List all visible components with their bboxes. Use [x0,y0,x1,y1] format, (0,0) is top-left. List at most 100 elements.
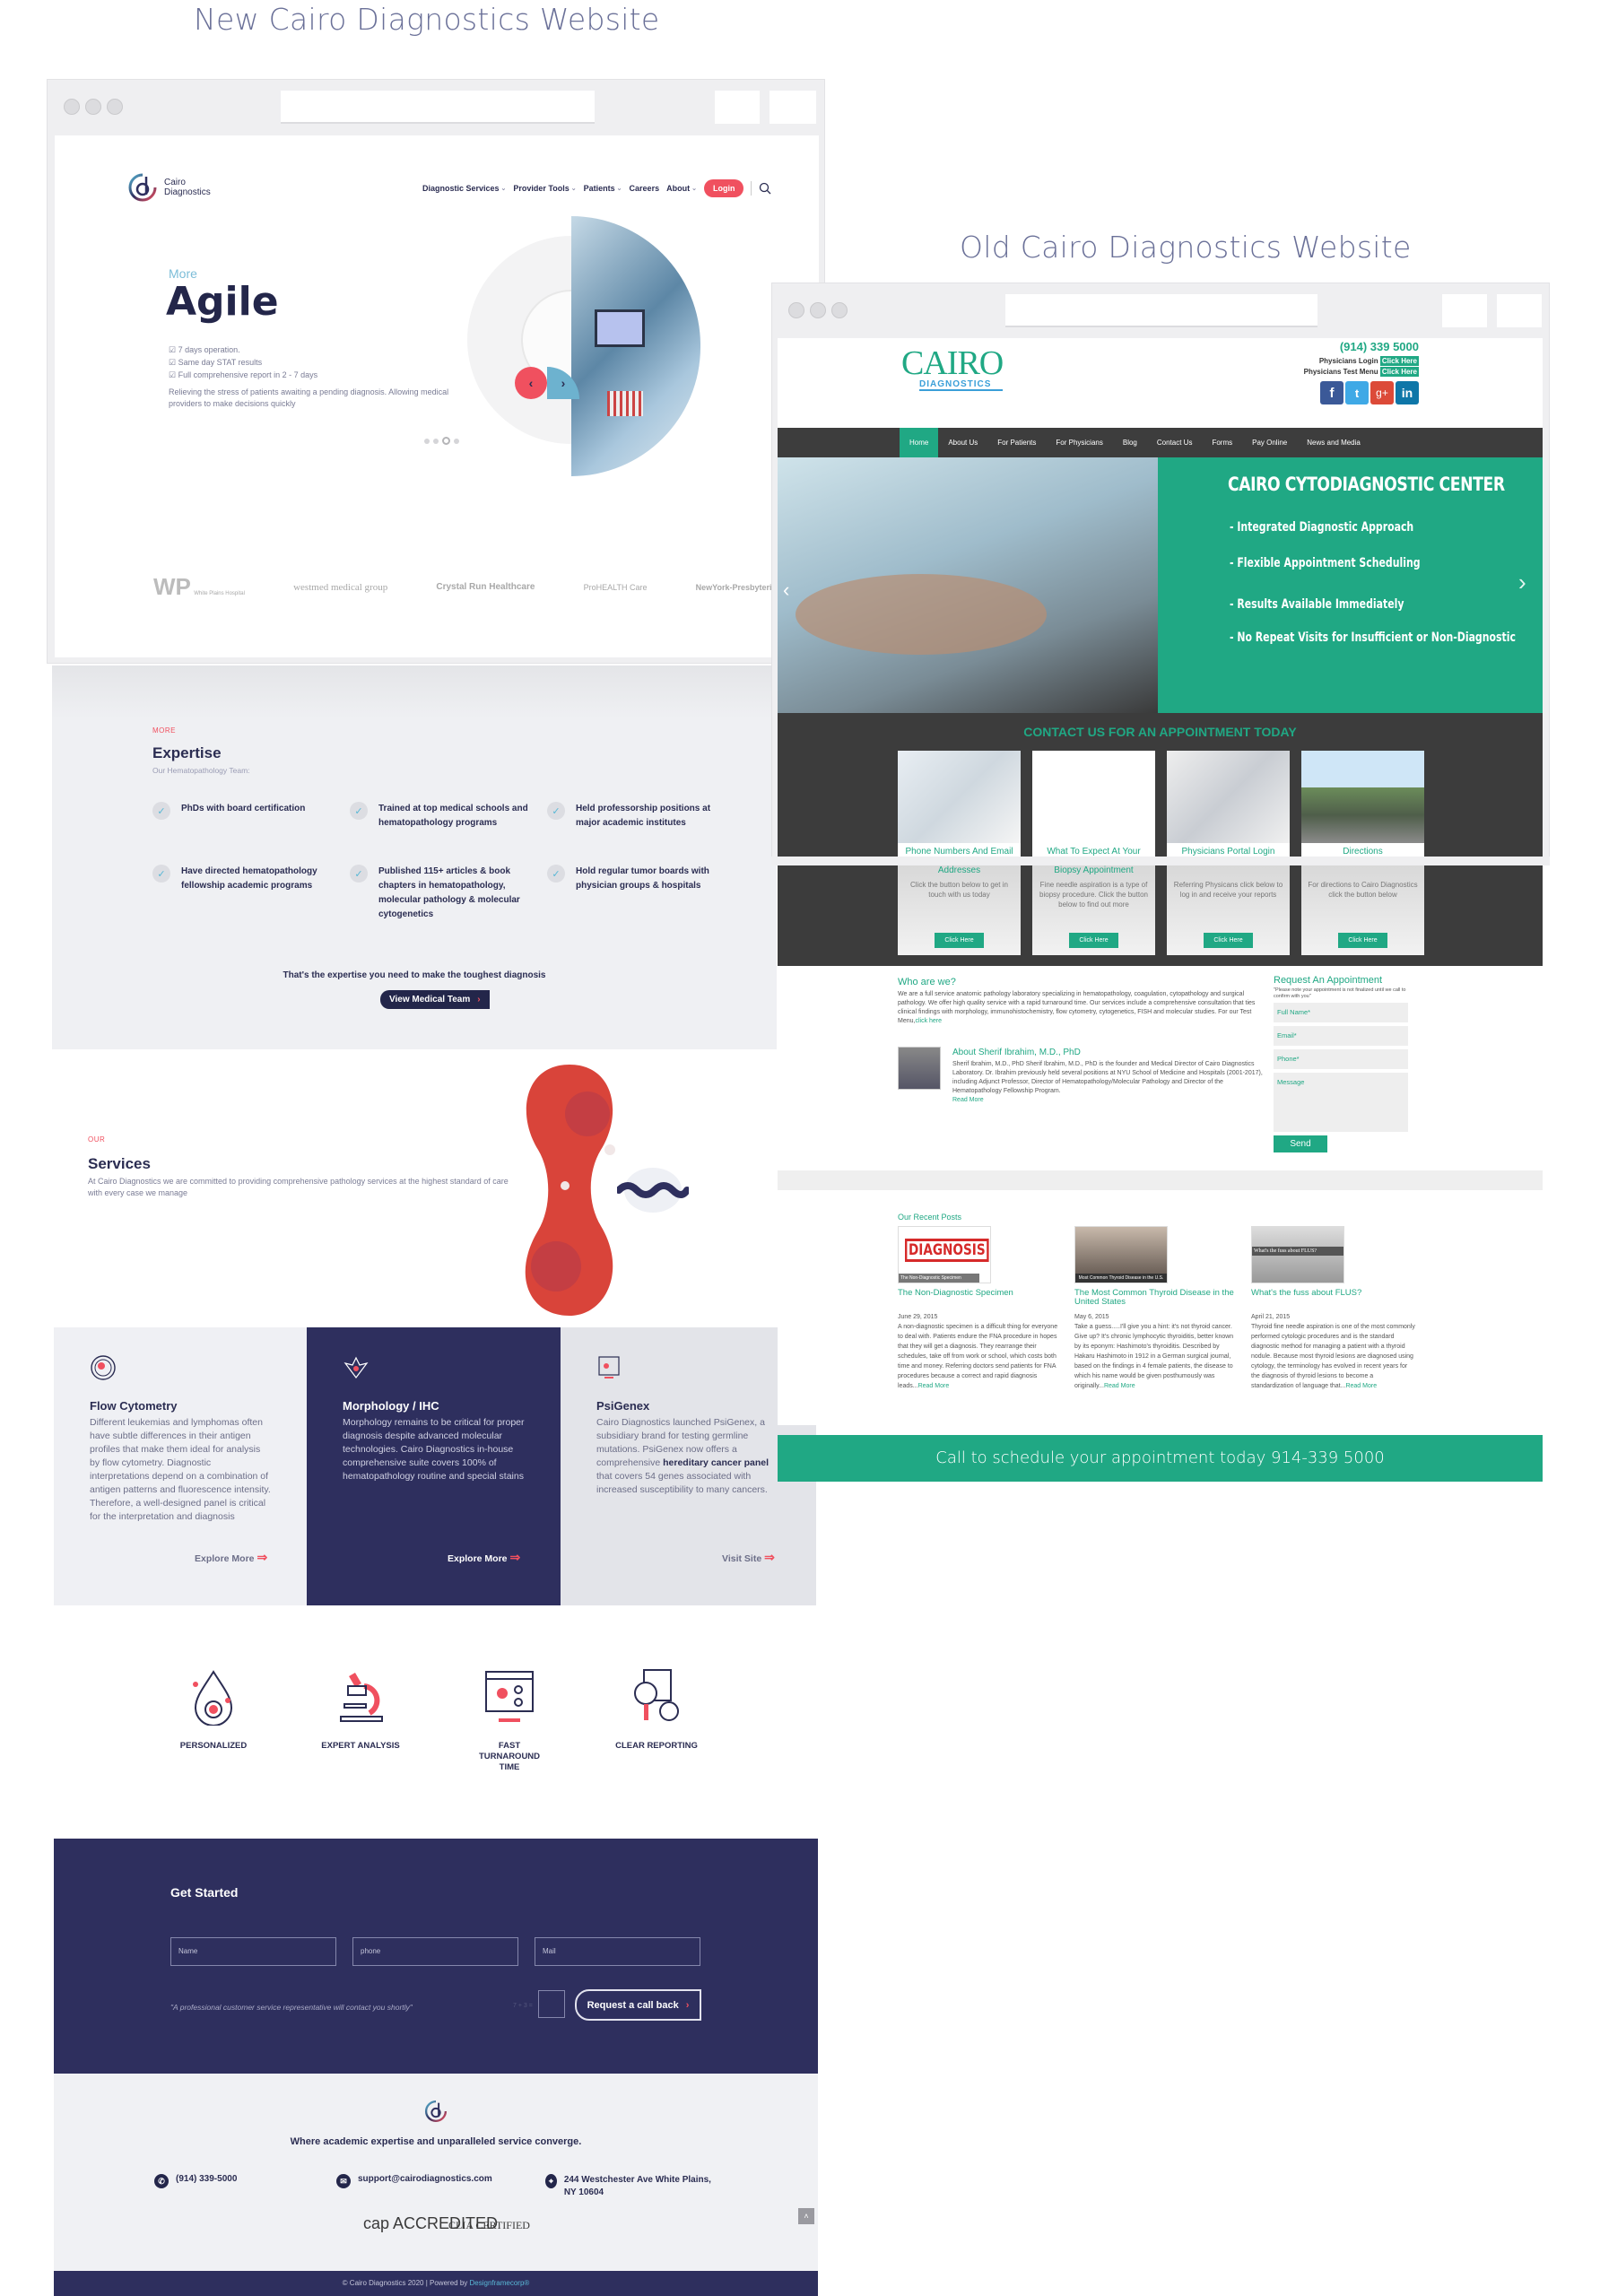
google-plus-icon[interactable]: g+ [1370,381,1394,404]
old-nav-item[interactable]: Forms [1202,428,1242,457]
feature-label: PERSONALIZED [179,1741,248,1751]
post-title[interactable]: The Non-Diagnostic Specimen [898,1289,1064,1310]
post-thumbnail[interactable]: Most Common Thyroid Disease in the U.S. [1074,1226,1168,1283]
contact-card[interactable]: Physicians Portal Login [1167,751,1290,858]
check-icon: ✓ [547,865,565,883]
address-bar[interactable] [281,91,595,124]
phone-input[interactable]: phone [352,1937,518,1966]
nav-provider-tools[interactable]: Provider Tools ⌄ [513,184,576,193]
test-menu-link[interactable]: click here [915,1018,942,1024]
contact-card-lower-title: Addresses [937,865,981,875]
old-logo[interactable]: CAIRO DIAGNOSTICS [901,346,1004,391]
physicians-login-button[interactable]: Click Here [1379,356,1419,366]
captcha-input[interactable] [538,1990,565,2018]
mail-input[interactable]: Mail [535,1937,700,1966]
hero-text-panel: CAIRO CYTODIAGNOSTIC CENTER - Integrated… [1158,457,1543,713]
get-started-note: "A professional customer service represe… [170,2003,413,2012]
slider-prev-button[interactable]: ‹ [515,367,547,399]
logo-line2: Diagnostics [164,187,211,197]
nav-diagnostic-services[interactable]: Diagnostic Services ⌄ [422,184,506,193]
post-title[interactable]: The Most Common Thyroid Disease in the U… [1074,1289,1240,1310]
window-dot-icon[interactable] [788,302,804,318]
clia-certified-badge: CLIA CERTIFIED [448,2219,530,2231]
post-thumbnail[interactable]: DIAGNOSIS The Non-Diagnostic Specimen [898,1226,991,1283]
nav-patients[interactable]: Patients ⌄ [584,184,622,193]
about-text: Sherif Ibrahim, M.D., PhD Sherif Ibrahim… [952,1061,1263,1094]
window-dot-icon[interactable] [810,302,826,318]
click-here-button[interactable]: Click Here [1069,933,1118,948]
footer-phone[interactable]: ✆ (914) 339-5000 [154,2174,237,2188]
search-icon[interactable] [759,182,771,195]
hero-next-arrow[interactable]: › [1518,569,1526,596]
window-dot-icon[interactable] [85,99,101,115]
contact-card[interactable]: Directions [1301,751,1424,858]
who-text: We are a full service anatomic pathology… [898,991,1256,1024]
window-dot-icon[interactable] [831,302,848,318]
browser-button[interactable] [770,91,816,124]
name-input[interactable]: Name [170,1937,336,1966]
designframecorp-link[interactable]: Designframecorp® [470,2279,530,2287]
partner-logo: ProHEALTH Care [583,582,648,592]
send-button[interactable]: Send [1274,1135,1327,1152]
new-site-browser-window: Cairo Diagnostics Diagnostic Services ⌄ P… [47,79,825,664]
read-more-link[interactable]: Read More [952,1097,984,1103]
old-nav: Home About Us For Patients For Physicians Bl… [778,428,1543,457]
old-nav-item[interactable]: Home [900,428,939,457]
address-bar[interactable] [1005,294,1317,327]
slide-dot[interactable] [454,438,459,444]
old-nav-item[interactable]: For Physicians [1046,428,1112,457]
contact-card-lower: For directions to Cairo Diagnostics clic… [1301,865,1424,955]
old-nav-item[interactable]: For Patients [987,428,1046,457]
post-thumbnail[interactable]: What's the fuss about FLUS? [1251,1226,1344,1283]
section-divider [778,1170,1543,1190]
full-name-field[interactable]: Full Name* [1274,1003,1408,1022]
browser-button[interactable] [715,91,760,124]
facebook-icon[interactable]: f [1320,381,1343,404]
phone-field[interactable]: Phone* [1274,1049,1408,1069]
window-dot-icon[interactable] [64,99,80,115]
contact-card[interactable]: Phone Numbers And Email Addresses [898,751,1021,867]
slide-dot[interactable] [424,438,430,444]
window-dot-icon[interactable] [107,99,123,115]
browser-button[interactable] [1497,294,1542,327]
partner-logo: WP White Plains Hospital [153,573,245,600]
test-menu-button[interactable]: Click Here [1379,367,1419,377]
click-here-button[interactable]: Click Here [1204,933,1253,948]
twitter-icon[interactable]: t [1345,381,1369,404]
slide-dot-active[interactable] [442,437,450,445]
partner-logo: NewYork-Presbyterian [695,582,781,592]
monitor-bacteria-icon [485,1671,534,1722]
about-title[interactable]: About Sherif Ibrahim, M.D., PhD [952,1048,1081,1057]
new-logo[interactable]: Cairo Diagnostics [126,171,211,204]
click-here-button[interactable]: Click Here [935,933,984,948]
old-nav-item[interactable]: Pay Online [1242,428,1297,457]
read-more-link[interactable]: Read More [1345,1383,1377,1389]
request-call-back-button[interactable]: Request a call back › [575,1989,701,2021]
explore-more-link[interactable]: Explore More ⇒ [448,1550,520,1565]
contact-card[interactable]: What To Expect At Your Biopsy Appointmen… [1032,751,1155,867]
old-nav-item[interactable]: About Us [938,428,987,457]
click-here-button[interactable]: Click Here [1338,933,1387,948]
nav-careers[interactable]: Careers [630,184,660,193]
scroll-to-top-button[interactable]: ˄ [798,2208,814,2224]
view-medical-team-button[interactable]: View Medical Team › [380,990,490,1009]
slide-dot[interactable] [433,438,439,444]
email-field[interactable]: Email* [1274,1026,1408,1046]
call-to-schedule-bar[interactable]: Call to schedule your appointment today … [778,1435,1543,1482]
post-title[interactable]: What's the fuss about FLUS? [1251,1289,1417,1310]
hero-prev-arrow[interactable]: ‹ [783,578,789,602]
hero-image [467,216,700,476]
old-nav-item[interactable]: Blog [1113,428,1147,457]
browser-button[interactable] [1442,294,1487,327]
visit-site-link[interactable]: Visit Site ⇒ [722,1550,775,1565]
old-nav-item[interactable]: Contact Us [1147,428,1203,457]
nav-about[interactable]: About ⌄ [666,184,697,193]
linkedin-icon[interactable]: in [1396,381,1419,404]
login-button[interactable]: Login [703,179,744,197]
read-more-link[interactable]: Read More [1104,1383,1135,1389]
read-more-link[interactable]: Read More [918,1383,950,1389]
footer-email[interactable]: ✉ support@cairodiagnostics.com [336,2174,492,2188]
old-nav-item[interactable]: News and Media [1297,428,1370,457]
explore-more-link[interactable]: Explore More ⇒ [195,1550,267,1565]
message-field[interactable]: Message [1274,1073,1408,1132]
